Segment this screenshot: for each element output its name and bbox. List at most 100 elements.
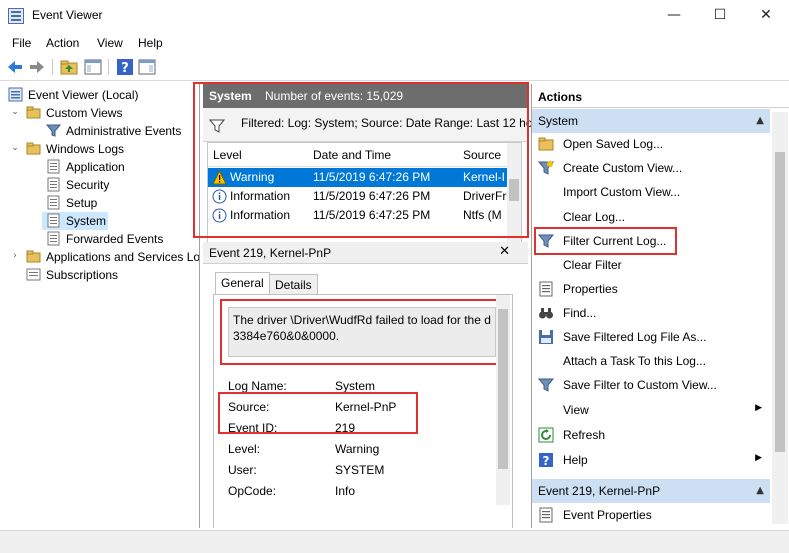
column-source[interactable]: Source <box>463 148 501 162</box>
folder-icon <box>26 142 41 155</box>
properties-icon <box>539 507 553 523</box>
show-action-pane-icon[interactable] <box>138 58 156 76</box>
chevron-down-icon[interactable]: ⌄ <box>10 107 20 117</box>
action-filter-current-log[interactable]: Filter Current Log... <box>532 229 770 253</box>
collapse-up-icon[interactable]: ▲ <box>756 115 764 126</box>
scroll-thumb[interactable] <box>498 309 508 469</box>
action-attach-task[interactable]: Attach a Task To this Log... <box>532 349 770 373</box>
log-icon <box>47 177 60 192</box>
log-pane: System Number of events: 15,029 Filtered… <box>193 82 539 528</box>
svg-text:?: ? <box>543 454 550 468</box>
maximize-button[interactable]: ☐ <box>697 0 743 31</box>
table-row[interactable]: Warning 11/5/2019 6:47:26 PM Kernel-I <box>208 168 508 187</box>
close-button[interactable]: ✕ <box>743 0 789 31</box>
toolbar-separator <box>108 59 109 75</box>
submenu-arrow-icon: ▶ <box>755 403 762 413</box>
action-import-custom-view[interactable]: Import Custom View... <box>532 180 770 204</box>
action-refresh[interactable]: Refresh <box>532 423 770 447</box>
tree-item-forwarded-events[interactable]: Forwarded Events <box>4 230 199 248</box>
event-description: The driver \Driver\WudfRd failed to load… <box>228 307 496 357</box>
tab-general[interactable]: General <box>215 272 270 294</box>
folder-icon <box>26 106 41 119</box>
event-detail-header: Event 219, Kernel-PnP ✕ <box>203 242 528 264</box>
action-clear-log[interactable]: Clear Log... <box>532 205 770 229</box>
action-event-properties[interactable]: Event Properties <box>532 503 770 527</box>
collapse-up-icon[interactable]: ▲ <box>756 485 764 496</box>
information-icon <box>212 208 227 223</box>
svg-text:?: ? <box>121 61 129 76</box>
tree-item-custom-views[interactable]: ⌄ Custom Views <box>4 104 199 122</box>
action-open-saved-log[interactable]: Open Saved Log... <box>532 132 770 156</box>
table-row[interactable]: Information 11/5/2019 6:47:26 PM DriverF… <box>208 187 508 206</box>
filter-bar: Filtered: Log: System; Source: Date Rang… <box>203 108 539 142</box>
log-name: System <box>209 89 252 103</box>
event-count: Number of events: 15,029 <box>265 89 404 103</box>
table-row[interactable]: Information 11/5/2019 6:47:25 PM Ntfs (M <box>208 206 508 225</box>
filter-icon <box>209 119 225 133</box>
user-value: SYSTEM <box>335 463 385 477</box>
actions-vertical-scrollbar[interactable] <box>772 112 788 524</box>
folder-icon <box>26 250 41 263</box>
title-bar: Event Viewer — ☐ ✕ <box>0 0 789 31</box>
action-view[interactable]: View ▶ <box>532 398 770 422</box>
event-viewer-icon <box>8 87 23 102</box>
log-icon <box>47 159 60 174</box>
log-icon <box>47 195 60 210</box>
tree-item-system[interactable]: System <box>42 212 108 230</box>
menu-file[interactable]: File <box>12 36 31 50</box>
chevron-right-icon[interactable]: › <box>10 251 20 261</box>
column-level[interactable]: Level <box>213 148 242 162</box>
action-save-filtered-log[interactable]: Save Filtered Log File As... <box>532 325 770 349</box>
properties-icon <box>539 281 553 297</box>
action-find[interactable]: Find... <box>532 301 770 325</box>
action-clear-filter[interactable]: Clear Filter <box>532 253 770 277</box>
event-detail-title: Event 219, Kernel-PnP <box>209 246 332 260</box>
chevron-down-icon[interactable]: ⌄ <box>10 143 20 153</box>
event-viewer-icon <box>8 8 24 24</box>
actions-section-event[interactable]: Event 219, Kernel-PnP ▲ <box>532 479 770 503</box>
back-arrow-icon[interactable] <box>6 58 24 76</box>
action-properties[interactable]: Properties <box>532 277 770 301</box>
toolbar: ? <box>0 53 789 81</box>
scroll-thumb[interactable] <box>509 179 519 201</box>
scroll-thumb[interactable] <box>775 152 785 452</box>
tree-item-root[interactable]: Event Viewer (Local) <box>4 86 199 104</box>
tree-item-application[interactable]: Application <box>4 158 199 176</box>
tree-item-security[interactable]: Security <box>4 176 199 194</box>
tree-item-administrative-events[interactable]: Administrative Events <box>4 122 199 140</box>
actions-header: Actions <box>532 84 789 108</box>
menu-action[interactable]: Action <box>46 36 79 50</box>
action-save-filter-custom-view[interactable]: Save Filter to Custom View... <box>532 373 770 397</box>
up-folder-icon[interactable] <box>60 58 78 76</box>
information-icon <box>212 189 227 204</box>
close-icon[interactable]: ✕ <box>499 244 510 259</box>
tree-item-windows-logs[interactable]: ⌄ Windows Logs <box>4 140 199 158</box>
forward-arrow-icon[interactable] <box>28 58 46 76</box>
binoculars-icon <box>539 308 553 319</box>
log-icon <box>47 213 60 228</box>
minimize-button[interactable]: — <box>651 0 697 31</box>
level-value: Warning <box>335 442 380 456</box>
tree-item-setup[interactable]: Setup <box>4 194 199 212</box>
help-icon[interactable]: ? <box>116 58 134 76</box>
general-tab-content: The driver \Driver\WudfRd failed to load… <box>213 294 513 528</box>
event-detail-panel: General Details The driver \Driver\WudfR… <box>203 264 528 528</box>
tree-item-applications-and-services[interactable]: › Applications and Services Lo <box>4 248 199 266</box>
actions-section-system[interactable]: System ▲ <box>532 109 770 133</box>
tree-item-subscriptions[interactable]: Subscriptions <box>4 266 199 284</box>
menu-help[interactable]: Help <box>138 36 163 50</box>
log-header: System Number of events: 15,029 <box>203 84 528 108</box>
column-date-time[interactable]: Date and Time <box>313 148 391 162</box>
show-hide-tree-icon[interactable] <box>84 58 102 76</box>
filter-description: Filtered: Log: System; Source: Date Rang… <box>241 116 540 130</box>
action-create-custom-view[interactable]: Create Custom View... <box>532 156 770 180</box>
menu-view[interactable]: View <box>97 36 123 50</box>
filter-icon <box>46 124 61 137</box>
refresh-icon <box>538 427 554 443</box>
detail-vertical-scrollbar[interactable] <box>496 295 510 505</box>
grid-header: Level Date and Time Source <box>208 143 508 167</box>
filter-save-icon <box>538 378 554 392</box>
tab-details[interactable]: Details <box>269 274 318 294</box>
source-value: Kernel-PnP <box>335 400 397 414</box>
action-help[interactable]: ? Help ▶ <box>532 448 770 472</box>
